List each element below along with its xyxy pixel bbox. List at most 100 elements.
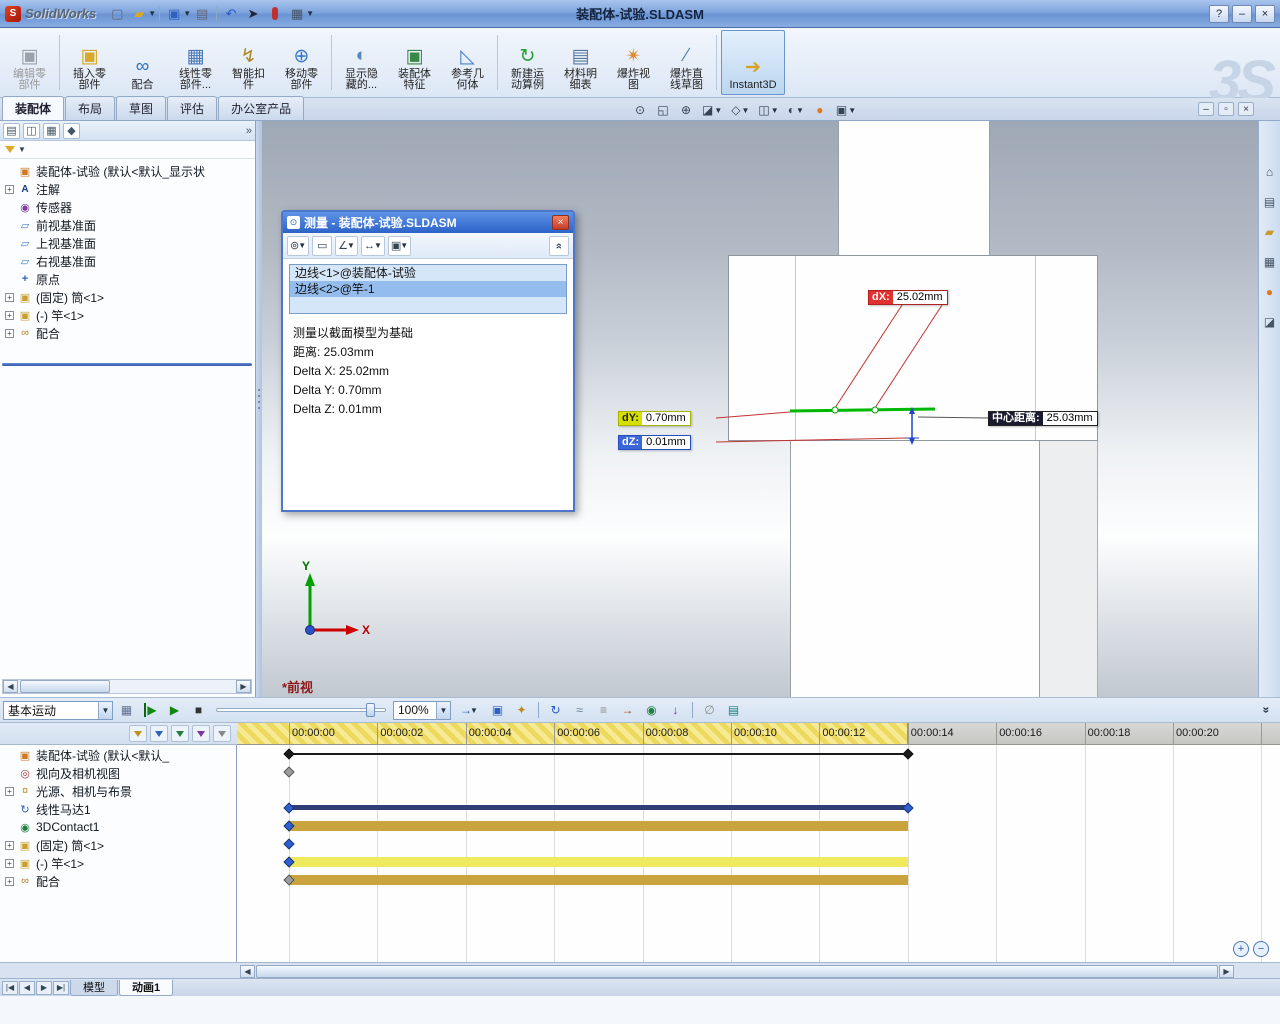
tab-sketch[interactable]: 草图 [116, 96, 167, 120]
featuremanager-tree-tab[interactable]: ▤ [3, 122, 20, 139]
view-palette-icon[interactable]: ▦ [1261, 253, 1278, 270]
ribbon-instant3d[interactable]: ➔ Instant3D [721, 30, 785, 95]
close-button[interactable]: × [1255, 4, 1275, 23]
scrollbar-thumb[interactable] [20, 680, 110, 693]
open-button[interactable]: ▰ [128, 4, 150, 24]
play-from-start-button[interactable]: ▶ [140, 700, 161, 720]
magnifier-icon[interactable]: ⊕ [676, 101, 696, 119]
rollback-bar[interactable] [2, 363, 252, 366]
splitter-handle[interactable] [257, 389, 261, 409]
hide-show-items-icon[interactable]: ◐ ▼ [785, 101, 807, 119]
gravity-button[interactable]: ↓ [665, 700, 686, 720]
doc-close-button[interactable]: × [1238, 102, 1254, 116]
chevron-down-icon[interactable]: ▼ [18, 145, 26, 154]
dialog-collapse-button[interactable]: » [549, 235, 569, 256]
tree-item-front-plane[interactable]: ▱ 前视基准面 [0, 216, 255, 234]
center-distance-callout[interactable]: 中心距离: 25.03mm [988, 411, 1098, 426]
tab-office-products[interactable]: 办公室产品 [218, 96, 305, 120]
ribbon-bill-of-materials[interactable]: ▤ 材料明 细表 [555, 30, 606, 95]
apply-scene-icon[interactable]: ▣ ▼ [833, 101, 859, 119]
tree-item-origin[interactable]: + 原点 [0, 270, 255, 288]
panel-hscrollbar[interactable]: ◀ ▶ [2, 679, 252, 694]
study-type-combo[interactable]: 基本运动 ▼ [3, 700, 113, 720]
motion-item-lights[interactable]: + ¤ 光源、相机与布景 [0, 782, 236, 800]
motion-item-3dcontact[interactable]: ◉ 3DContact1 [0, 818, 236, 836]
simulation-results-button[interactable]: ▤ [723, 700, 744, 720]
select-cursor-button[interactable]: ➤ [242, 4, 264, 24]
tree-item-top-plane[interactable]: ▱ 上视基准面 [0, 234, 255, 252]
scroll-last-button[interactable]: ▶| [53, 980, 69, 995]
graphics-viewport[interactable]: Y X dX: 25.02mm dY: 0.70mm dZ: 0.01mm 中心… [262, 121, 1258, 697]
propertymanager-tab[interactable]: ◫ [23, 122, 40, 139]
measure-selection-list[interactable]: 边线<1>@装配体-试验 边线<2>@竿-1 [289, 264, 567, 314]
doc-minimize-button[interactable]: – [1198, 102, 1214, 116]
ribbon-explode-line-sketch[interactable]: ∕ 爆炸直 线草图 [661, 30, 712, 95]
design-library-icon[interactable]: ▤ [1261, 193, 1278, 210]
timeline-change-bar[interactable] [289, 805, 908, 810]
motion-item-part-tube[interactable]: + ▣ (固定) 筒<1> [0, 836, 236, 854]
filter-none-button[interactable] [129, 725, 147, 742]
scroll-right-button[interactable]: ▶ [1219, 964, 1234, 978]
tab-assembly[interactable]: 装配体 [2, 96, 65, 120]
timeline-change-bar[interactable] [289, 857, 908, 867]
ribbon-reference-geometry[interactable]: ◺ 参考几 何体 [442, 30, 493, 95]
scroll-next-button[interactable]: ▶ [36, 980, 52, 995]
expand-icon[interactable]: + [5, 292, 14, 302]
ribbon-move-component[interactable]: ⊕ 移动零 部件 [276, 30, 327, 95]
zoom-out-button[interactable]: − [1253, 941, 1269, 957]
timeline-change-bar[interactable] [289, 753, 908, 755]
animation-wizard-button[interactable]: ✦ [511, 700, 532, 720]
doc-restore-button[interactable]: ▫ [1218, 102, 1234, 116]
tree-item-part-rod[interactable]: + ▣ (-) 竿<1> [0, 306, 255, 324]
edit-appearance-icon[interactable]: ● [810, 101, 830, 119]
ribbon-insert-components[interactable]: ▣ 插入零 部件 [64, 30, 115, 95]
undo-button[interactable]: ↶ [220, 4, 242, 24]
collapse-motionmanager-button[interactable]: » [1256, 700, 1277, 720]
expand-icon[interactable]: + [5, 840, 14, 850]
expand-icon[interactable]: + [5, 858, 14, 868]
measure-close-button[interactable]: × [552, 215, 569, 230]
zoom-in-button[interactable]: + [1233, 941, 1249, 957]
ribbon-new-motion-study[interactable]: ↻ 新建运 动算例 [502, 30, 553, 95]
minimize-button[interactable]: – [1232, 4, 1252, 23]
dx-callout[interactable]: dX: 25.02mm [868, 290, 948, 305]
scroll-first-button[interactable]: |◀ [2, 980, 18, 995]
measure-dialog[interactable]: ⊙ 测量 - 装配体-试验.SLDASM × ⊚ ▼ ▭ ∠ ▼ ↔ ▼ ▣ ▼ » 边… [281, 210, 575, 512]
point-to-point-button[interactable]: ↔ ▼ [360, 235, 385, 256]
filter-results-button[interactable] [213, 725, 231, 742]
timeline-key-point[interactable] [283, 838, 295, 850]
motion-item-root[interactable]: ▣ 装配体-试验 (默认<默认_ [0, 746, 236, 764]
motion-item-part-rod[interactable]: + ▣ (-) 竿<1> [0, 854, 236, 872]
expand-icon[interactable]: + [5, 876, 14, 886]
motion-item-linear-motor[interactable]: ↻ 线性马达1 [0, 800, 236, 818]
dimxpert-tab[interactable]: ◆ [63, 122, 80, 139]
timeline-change-bar[interactable] [289, 875, 908, 885]
view-orientation-icon[interactable]: ◇ ▼ [728, 101, 752, 119]
filter-driving-button[interactable] [171, 725, 189, 742]
dz-callout[interactable]: dZ: 0.01mm [618, 435, 691, 450]
ribbon-exploded-view[interactable]: ✴ 爆炸视 图 [608, 30, 659, 95]
help-button[interactable]: ? [1209, 4, 1229, 23]
scroll-left-button[interactable]: ◀ [3, 680, 18, 693]
tree-item-sensors[interactable]: ◉ 传感器 [0, 198, 255, 216]
ribbon-edit-component[interactable]: ▣ 编辑零 部件 [4, 30, 55, 95]
ribbon-show-hidden[interactable]: ◐ 显示隐 藏的... [336, 30, 387, 95]
ribbon-assembly-features[interactable]: ▣ 装配体 特征 [389, 30, 440, 95]
timeline-change-bar[interactable] [289, 821, 908, 831]
ribbon-linear-component-pattern[interactable]: ▦ 线性零 部件... [170, 30, 221, 95]
scroll-left-button[interactable]: ◀ [240, 964, 255, 978]
arc-circle-measure-button[interactable]: ⊚ ▼ [287, 235, 310, 256]
damper-button[interactable]: ≡ [593, 700, 614, 720]
configurationmanager-tab[interactable]: ▦ [43, 122, 60, 139]
stop-button[interactable]: ■ [188, 700, 209, 720]
tab-layout[interactable]: 布局 [65, 96, 116, 120]
xyz-measure-button[interactable]: ∠ ▼ [335, 235, 358, 256]
contact-button[interactable]: ◉ [641, 700, 662, 720]
tab-animation1[interactable]: 动画1 [119, 979, 174, 996]
filter-funnel-icon[interactable] [5, 146, 15, 153]
options-button[interactable]: ▦ [286, 4, 308, 24]
tree-item-root[interactable]: ▣ 装配体-试验 (默认<默认_显示状 [0, 162, 255, 180]
calculate-button[interactable]: ▦ [116, 700, 137, 720]
dy-callout[interactable]: dY: 0.70mm [618, 411, 691, 426]
selection-item-selected[interactable]: 边线<2>@竿-1 [290, 281, 566, 297]
